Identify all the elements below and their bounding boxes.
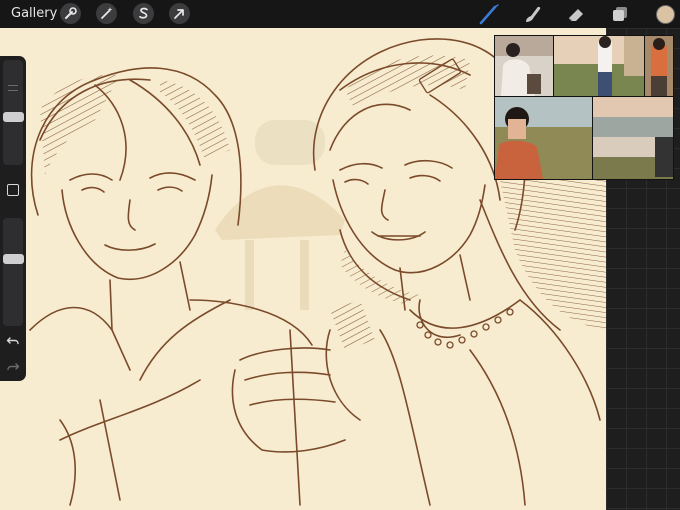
eraser-icon[interactable] — [564, 2, 588, 26]
selection-s-icon[interactable] — [133, 3, 154, 24]
opacity-slider[interactable] — [3, 218, 23, 326]
wrench-icon[interactable] — [60, 3, 81, 24]
magic-wand-icon[interactable] — [96, 3, 117, 24]
undo-icon[interactable] — [6, 333, 20, 352]
brush-size-thumb[interactable] — [3, 111, 24, 122]
brush-icon[interactable] — [477, 2, 501, 26]
gallery-button[interactable]: Gallery — [11, 6, 57, 21]
redo-icon[interactable] — [6, 359, 20, 378]
opacity-thumb[interactable] — [3, 254, 24, 265]
smudge-icon[interactable] — [521, 2, 545, 26]
slider-grip-line — [8, 90, 18, 91]
reference-panel[interactable] — [494, 35, 674, 180]
reference-photo[interactable] — [645, 36, 673, 96]
reference-photo[interactable] — [495, 97, 592, 179]
transform-arrow-icon[interactable] — [169, 3, 190, 24]
top-toolbar: Gallery — [0, 0, 680, 28]
color-swatch[interactable] — [656, 5, 675, 24]
left-sidebar — [0, 56, 26, 381]
slider-grip-line — [8, 85, 18, 86]
reference-photo[interactable] — [495, 36, 553, 96]
reference-photo[interactable] — [554, 36, 644, 96]
reference-photo[interactable] — [593, 97, 673, 179]
modify-square-icon[interactable] — [7, 184, 19, 196]
layers-icon[interactable] — [608, 2, 632, 26]
